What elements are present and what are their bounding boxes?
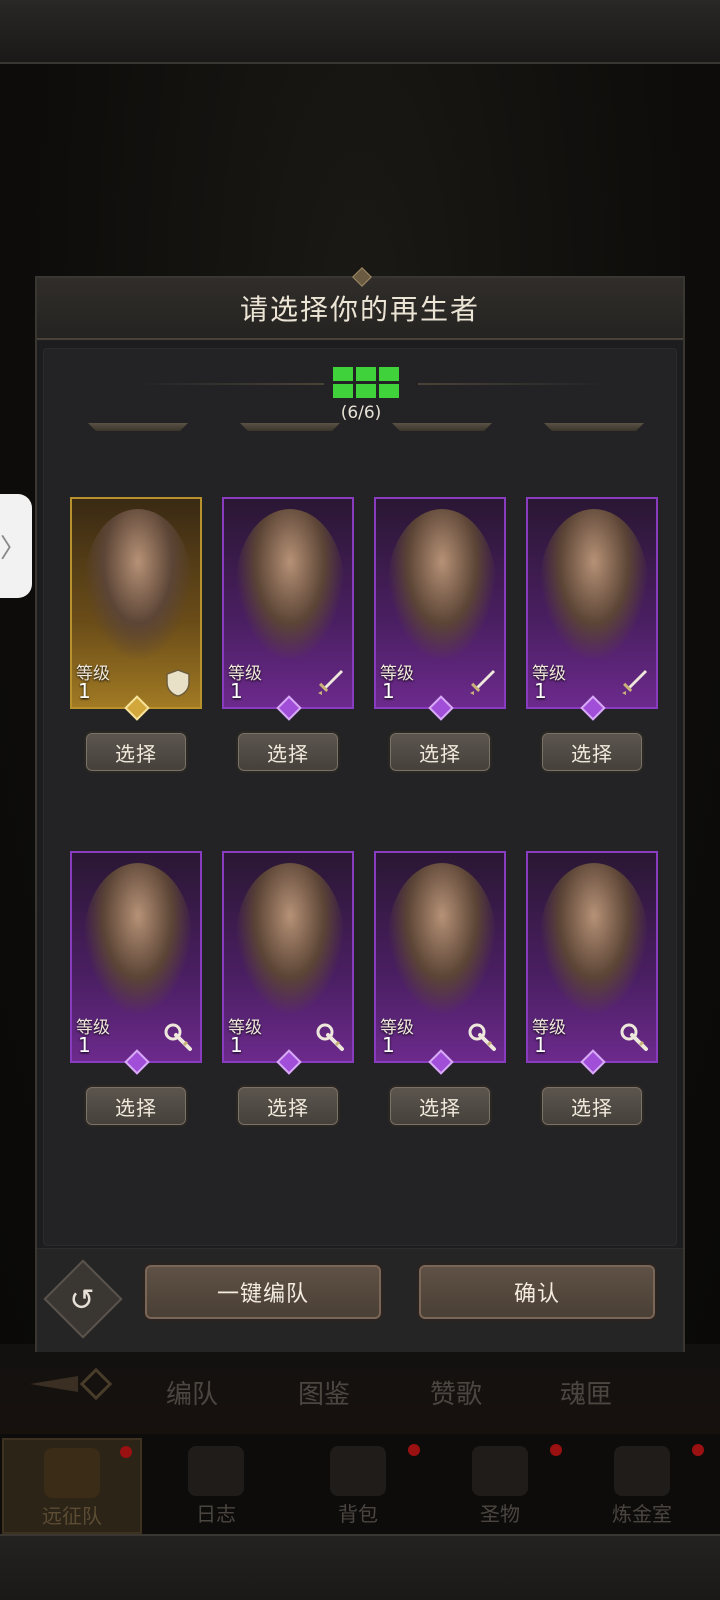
undo-icon: ↺ [69,1282,95,1318]
hero-portrait [84,863,192,1013]
chevron-right-icon: 〉 [0,533,26,564]
shield-icon [162,667,194,699]
tab-formation[interactable]: 编队 [166,1374,218,1411]
select-button[interactable]: 选择 [84,1085,188,1127]
nav-backpack[interactable]: 背包 [288,1438,428,1534]
select-button[interactable]: 选择 [236,731,340,773]
level-value: 1 [230,679,243,703]
nav-label: 背包 [338,1502,378,1526]
hero-card[interactable]: 等级 1 [374,497,506,721]
select-regenerator-dialog: 请选择你的再生者 (6/6) 等级 1 选择 等级 1 选择 等级 1 选择 等级 1 选择 等级 1 选择… [35,267,685,1352]
rarity-gem-icon [428,1049,454,1075]
team-slots-icon [333,367,399,398]
hero-grid-panel: (6/6) 等级 1 选择 等级 1 选择 等级 1 选择 等级 1 选择 等级 1 选择 等级 1 选择 等级 1 选… [43,348,677,1246]
rarity-gem-icon [276,695,302,721]
hero-portrait [388,509,496,659]
sub-tab-bar: 编队 图鉴 赞歌 魂匣 [0,1336,720,1434]
select-button[interactable]: 选择 [388,731,492,773]
rarity-gem-icon [428,695,454,721]
hero-card[interactable]: 等级 1 [526,851,658,1075]
side-panel-tab[interactable]: 〉 [0,494,32,598]
slot-bar [544,423,644,431]
slot-bar [88,423,188,431]
hero-card[interactable]: 等级 1 [222,497,354,721]
divider [134,383,324,385]
dialog-header: 请选择你的再生者 [37,278,683,340]
rarity-gem-icon [276,1049,302,1075]
level-value: 1 [382,679,395,703]
bottom-nav: 远征队 日志 背包 圣物 炼金室 [0,1434,720,1534]
nav-label: 圣物 [480,1502,520,1526]
grail-icon [472,1446,528,1496]
back-arrow-icon[interactable] [28,1364,118,1404]
hero-portrait [84,509,192,659]
staff-icon [314,1021,346,1053]
dialog-title: 请选择你的再生者 [239,293,480,326]
helmet-icon [44,1448,100,1498]
select-button[interactable]: 选择 [388,1085,492,1127]
scroll-icon [188,1446,244,1496]
hero-portrait [540,509,648,659]
auto-team-button[interactable]: 一键编队 [143,1263,383,1321]
tab-hymn[interactable]: 赞歌 [430,1374,482,1411]
tab-codex[interactable]: 图鉴 [298,1374,350,1411]
hero-card[interactable]: 等级 1 [70,497,202,721]
rarity-gem-icon [124,1049,150,1075]
hero-portrait [236,863,344,1013]
level-value: 1 [534,1033,547,1057]
top-frame [0,0,720,64]
select-button[interactable]: 选择 [236,1085,340,1127]
nav-alchemy[interactable]: 炼金室 [572,1438,712,1534]
hero-card[interactable]: 等级 1 [374,851,506,1075]
hero-card[interactable]: 等级 1 [70,851,202,1075]
level-value: 1 [78,679,91,703]
rarity-gem-icon [124,695,150,721]
staff-icon [618,1021,650,1053]
bottom-frame [0,1534,720,1600]
hero-portrait [388,863,496,1013]
notification-dot [692,1444,704,1456]
team-count: (6/6) [340,403,382,423]
nav-label: 炼金室 [612,1502,672,1526]
select-button[interactable]: 选择 [540,1085,644,1127]
notification-dot [408,1444,420,1456]
select-button[interactable]: 选择 [540,731,644,773]
dialog-footer: ↺ 一键编队 确认 [37,1248,683,1352]
select-button[interactable]: 选择 [84,731,188,773]
level-value: 1 [230,1033,243,1057]
slot-bar [240,423,340,431]
notification-dot [120,1446,132,1458]
sword-icon [314,667,346,699]
sword-icon [466,667,498,699]
hero-card[interactable]: 等级 1 [222,851,354,1075]
backpack-icon [330,1446,386,1496]
rarity-gem-icon [580,1049,606,1075]
alchemy-icon [614,1446,670,1496]
divider [418,383,608,385]
nav-log[interactable]: 日志 [146,1438,286,1534]
nav-label: 日志 [196,1502,236,1526]
staff-icon [466,1021,498,1053]
hero-portrait [540,863,648,1013]
rarity-gem-icon [580,695,606,721]
sword-icon [618,667,650,699]
nav-expedition[interactable]: 远征队 [2,1438,142,1534]
nav-label: 远征队 [42,1504,102,1528]
hero-card[interactable]: 等级 1 [526,497,658,721]
slot-bar [392,423,492,431]
level-value: 1 [382,1033,395,1057]
team-counter: (6/6) [44,359,678,429]
confirm-button[interactable]: 确认 [417,1263,657,1321]
notification-dot [550,1444,562,1456]
level-value: 1 [78,1033,91,1057]
nav-relics[interactable]: 圣物 [430,1438,570,1534]
hero-portrait [236,509,344,659]
tab-soul-box[interactable]: 魂匣 [560,1374,612,1411]
staff-icon [162,1021,194,1053]
level-value: 1 [534,679,547,703]
